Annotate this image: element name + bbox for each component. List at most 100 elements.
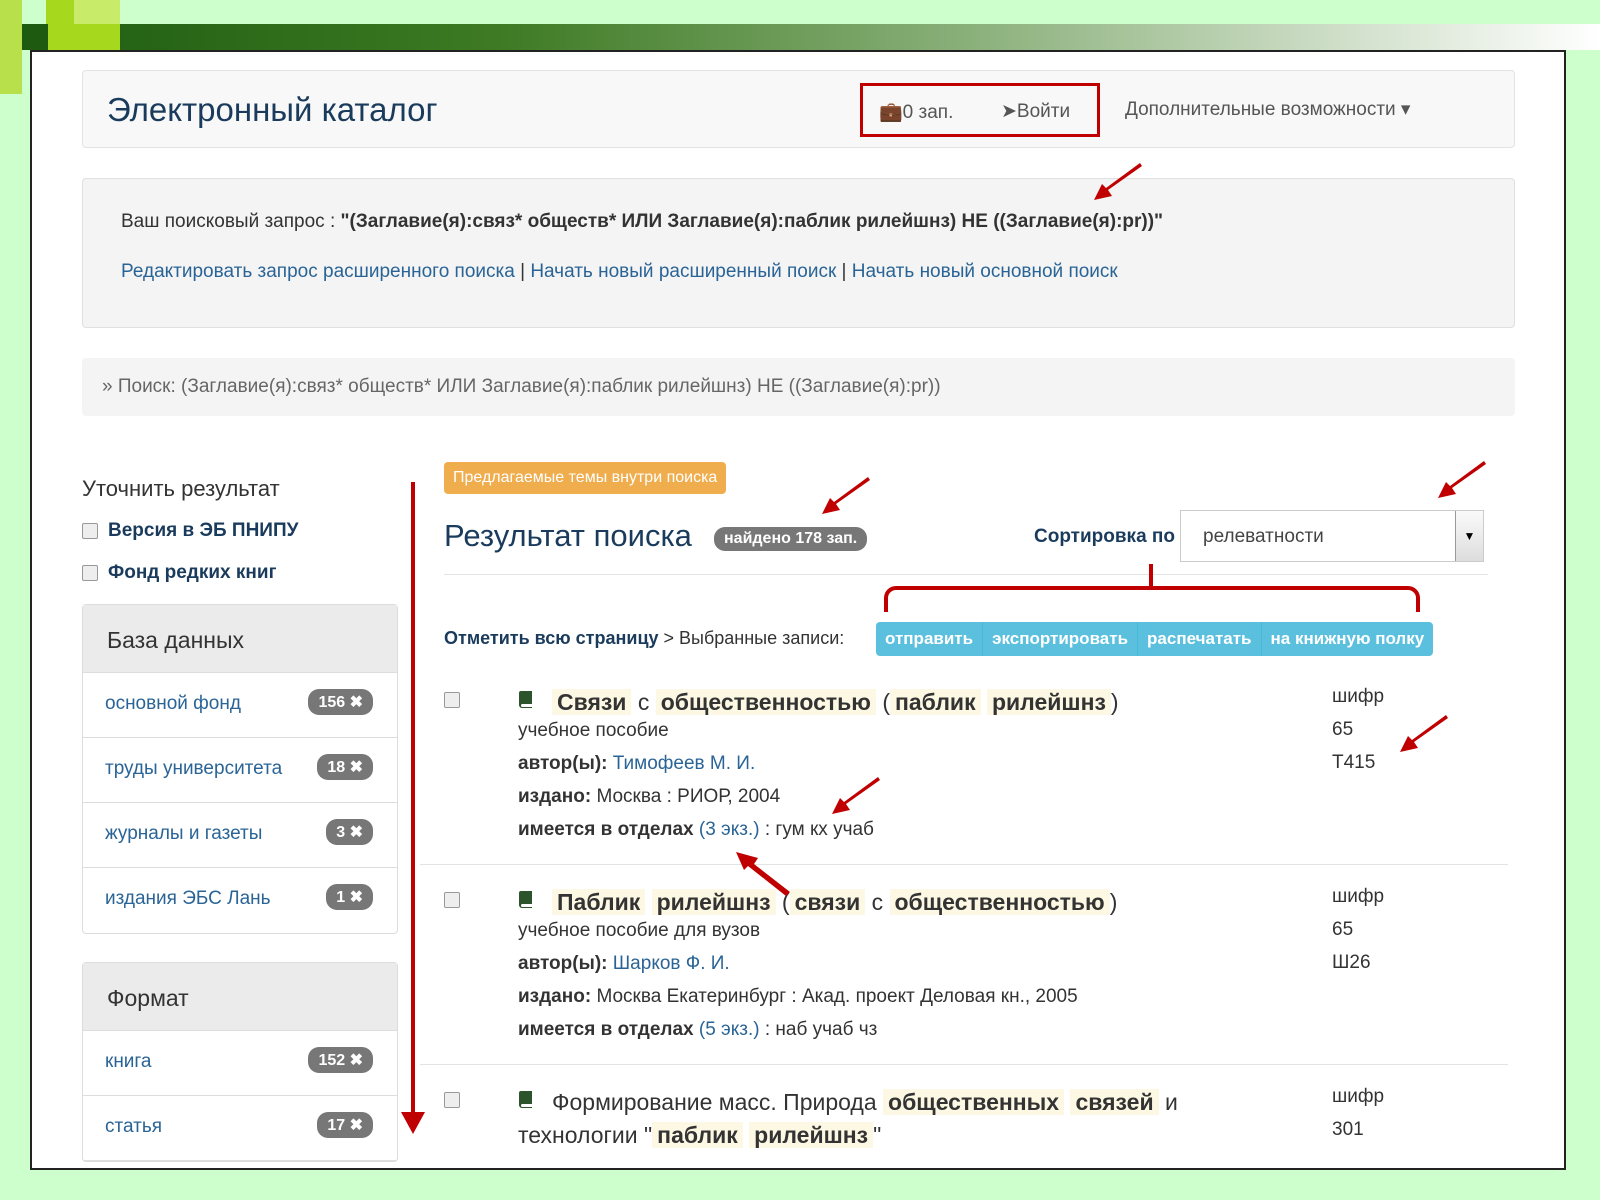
mark-all-row: Отметить всю страницу > Выбранные записи…: [444, 628, 845, 648]
annotation-arrow: [1438, 461, 1486, 498]
copies-link[interactable]: (3 экз.): [699, 819, 760, 840]
caret-down-icon: ▾: [1400, 99, 1411, 120]
annotation-arrow: [1094, 163, 1142, 200]
export-button[interactable]: экспортировать: [983, 622, 1139, 656]
more-options-menu[interactable]: Дополнительные возможности ▾: [1125, 98, 1410, 121]
edit-advanced-query-link[interactable]: Редактировать запрос расширенного поиска: [121, 261, 515, 282]
refine-title: Уточнить результат: [82, 476, 280, 501]
book-icon: [519, 1091, 532, 1108]
facet-count-badge[interactable]: 152 ✖: [308, 1047, 373, 1073]
divider: [420, 1064, 1508, 1065]
bracket-annotation: [884, 586, 1420, 612]
facet-item[interactable]: основной фонд 156 ✖: [83, 673, 397, 738]
book-icon: [519, 891, 532, 908]
call-number: Ш26: [1332, 952, 1371, 973]
facet-item[interactable]: книга 152 ✖: [83, 1031, 397, 1096]
scroll-annotation-line: [411, 482, 415, 1122]
divider: [420, 864, 1508, 865]
facet-count-badge[interactable]: 1 ✖: [326, 884, 373, 910]
cart-link[interactable]: 💼0 зап.: [879, 100, 953, 124]
format-facet-title: Формат: [83, 963, 397, 1031]
book-icon: [519, 691, 532, 708]
sign-in-icon: ➤: [1001, 101, 1017, 122]
call-number: Т415: [1332, 752, 1376, 773]
breadcrumb: » Поиск: (Заглавие(я):связ* обществ* ИЛИ…: [82, 358, 1515, 416]
call-number-label: шифр: [1332, 686, 1385, 707]
result-record: Паблик рилейшнз (связи с общественностью…: [422, 886, 1508, 1056]
author-link[interactable]: Шарков Ф. И.: [613, 953, 730, 974]
suggested-topics-button[interactable]: Предлагаемые темы внутри поиска: [444, 462, 727, 494]
login-highlight-box: 💼0 зап. ➤Войти: [860, 83, 1100, 137]
record-checkbox[interactable]: [444, 892, 460, 908]
sort-label: Сортировка по: [1034, 526, 1175, 547]
slide-decoration: [0, 0, 22, 94]
facet-count-badge[interactable]: 156 ✖: [308, 689, 373, 715]
record-publisher: издано: Москва : РИОР, 2004: [518, 786, 781, 807]
result-record: Формирование масс. Природа общественных …: [422, 1086, 1508, 1166]
record-title[interactable]: Формирование масс. Природа общественных …: [552, 1086, 1232, 1119]
facet-count-badge[interactable]: 18 ✖: [317, 754, 373, 780]
query-text: "(Заглавие(я):связ* обществ* ИЛИ Заглави…: [340, 211, 1164, 232]
slide-header-bar: [22, 24, 1600, 50]
sort-select[interactable]: релеватности ▼: [1180, 510, 1484, 562]
found-count-badge: найдено 178 зап.: [714, 527, 868, 551]
catalog-header: Электронный каталог 💼0 зап. ➤Войти Допол…: [82, 70, 1515, 148]
checkbox[interactable]: [82, 565, 98, 581]
copies-link[interactable]: (5 экз.): [699, 1019, 760, 1040]
call-number: 65: [1332, 719, 1354, 740]
print-button[interactable]: распечатать: [1138, 622, 1262, 656]
call-number: 65: [1332, 919, 1354, 940]
new-advanced-search-link[interactable]: Начать новый расширенный поиск: [530, 261, 836, 282]
briefcase-icon: 💼: [879, 102, 903, 123]
facet-count-badge[interactable]: 17 ✖: [317, 1112, 373, 1138]
record-title[interactable]: Связи с общественностью (паблик рилейшнз…: [552, 686, 1232, 719]
bookshelf-button[interactable]: на книжную полку: [1261, 622, 1434, 656]
call-number-label: шифр: [1332, 1086, 1385, 1107]
bracket-annotation: [1149, 564, 1153, 588]
format-facet-panel: Формат книга 152 ✖ статья 17 ✖: [82, 962, 398, 1162]
filter-ebs-version[interactable]: Версия в ЭБ ПНИПУ: [82, 520, 298, 542]
annotation-arrow: [832, 777, 880, 814]
record-title[interactable]: Паблик рилейшнз (связи с общественностью…: [552, 886, 1232, 919]
record-author: автор(ы): Шарков Ф. И.: [518, 953, 730, 974]
record-availability: имеется в отделах (3 экз.) : гум кх учаб: [518, 819, 874, 840]
facet-count-badge[interactable]: 3 ✖: [326, 819, 373, 845]
divider: [444, 574, 1488, 575]
selection-actions: отправить экспортировать распечатать на …: [876, 622, 1434, 656]
record-availability: имеется в отделах (5 экз.) : наб учаб чз: [518, 1019, 878, 1040]
screenshot-frame: Электронный каталог 💼0 зап. ➤Войти Допол…: [30, 50, 1566, 1170]
call-number: 301: [1332, 1119, 1364, 1140]
database-facet-title: База данных: [83, 605, 397, 673]
facet-item[interactable]: издания ЭБС Лань 1 ✖: [83, 868, 397, 933]
results-title: Результат поиска: [444, 518, 692, 553]
dropdown-arrow-icon[interactable]: ▼: [1455, 511, 1483, 561]
record-checkbox[interactable]: [444, 692, 460, 708]
record-title-line2[interactable]: технологии " паблик рилейшнз ": [518, 1119, 1198, 1152]
annotation-arrow: [822, 477, 870, 514]
annotation-arrow: [736, 852, 790, 896]
slide-decoration: [22, 24, 48, 50]
query-line: Ваш поисковый запрос : "(Заглавие(я):свя…: [121, 211, 1164, 232]
result-record: Связи с общественностью (паблик рилейшнз…: [422, 686, 1508, 856]
login-link[interactable]: ➤Войти: [1001, 100, 1070, 123]
page-title: Электронный каталог: [107, 91, 438, 128]
facet-item[interactable]: журналы и газеты 3 ✖: [83, 803, 397, 868]
record-checkbox[interactable]: [444, 1092, 460, 1108]
checkbox[interactable]: [82, 523, 98, 539]
record-publisher: издано: Москва Екатеринбург : Акад. прое…: [518, 986, 1078, 1007]
facet-item[interactable]: статья 17 ✖: [83, 1096, 397, 1161]
send-button[interactable]: отправить: [876, 622, 984, 656]
filter-rare-books[interactable]: Фонд редких книг: [82, 562, 277, 584]
mark-all-link[interactable]: Отметить всю страницу: [444, 628, 659, 648]
facet-item[interactable]: труды университета 18 ✖: [83, 738, 397, 803]
new-basic-search-link[interactable]: Начать новый основной поиск: [852, 261, 1118, 282]
database-facet-panel: База данных основной фонд 156 ✖ труды ун…: [82, 604, 398, 934]
query-panel: Ваш поисковый запрос : "(Заглавие(я):свя…: [82, 178, 1515, 328]
annotation-arrow: [1400, 715, 1448, 752]
call-number-label: шифр: [1332, 886, 1385, 907]
query-links: Редактировать запрос расширенного поиска…: [121, 261, 1118, 282]
author-link[interactable]: Тимофеев М. И.: [613, 753, 755, 774]
record-type: учебное пособие для вузов: [518, 920, 761, 941]
record-author: автор(ы): Тимофеев М. И.: [518, 753, 756, 774]
slide-decoration: [74, 0, 120, 24]
